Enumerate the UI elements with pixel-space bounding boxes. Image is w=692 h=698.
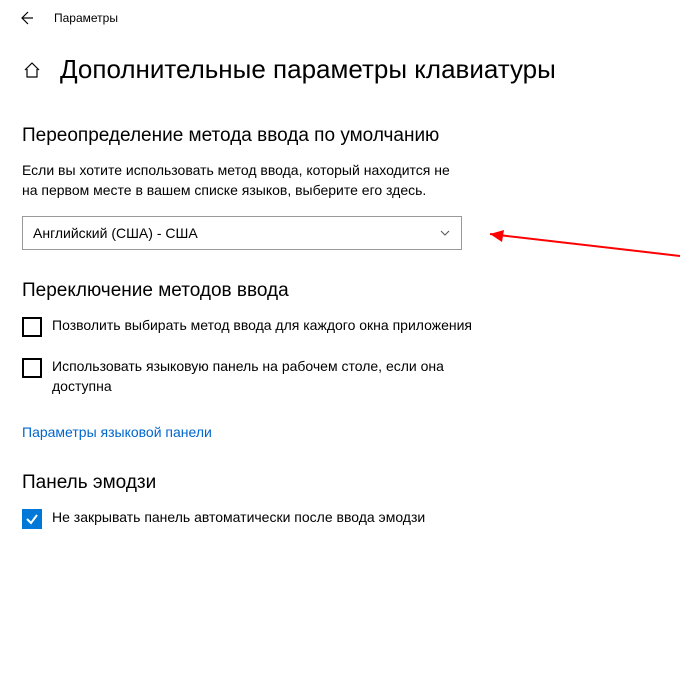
page-title: Дополнительные параметры клавиатуры <box>60 54 556 85</box>
checkbox-language-bar[interactable]: Использовать языковую панель на рабочем … <box>22 357 477 396</box>
chevron-down-icon <box>439 227 451 239</box>
arrow-left-icon <box>18 10 34 26</box>
checkbox-label: Не закрывать панель автоматически после … <box>52 508 425 528</box>
checkbox-emoji-panel-autoclose[interactable]: Не закрывать панель автоматически после … <box>22 508 477 529</box>
section-title-switching: Переключение методов ввода <box>22 280 510 302</box>
window-title: Параметры <box>54 11 118 25</box>
override-description: Если вы хотите использовать метод ввода,… <box>22 161 462 200</box>
checkbox-box <box>22 317 42 337</box>
checkbox-label: Позволить выбирать метод ввода для каждо… <box>52 316 472 336</box>
home-button[interactable] <box>22 60 42 80</box>
default-input-method-select[interactable]: Английский (США) - США <box>22 216 462 250</box>
section-title-emoji: Панель эмодзи <box>22 472 510 494</box>
back-button[interactable] <box>18 10 34 26</box>
checkbox-box <box>22 509 42 529</box>
language-bar-options-link[interactable]: Параметры языковой панели <box>22 424 212 440</box>
checkbox-per-window-input[interactable]: Позволить выбирать метод ввода для каждо… <box>22 316 477 337</box>
section-title-override: Переопределение метода ввода по умолчани… <box>22 125 510 147</box>
checkbox-label: Использовать языковую панель на рабочем … <box>52 357 477 396</box>
checkbox-box <box>22 358 42 378</box>
home-icon <box>23 61 41 79</box>
select-value: Английский (США) - США <box>33 225 198 241</box>
